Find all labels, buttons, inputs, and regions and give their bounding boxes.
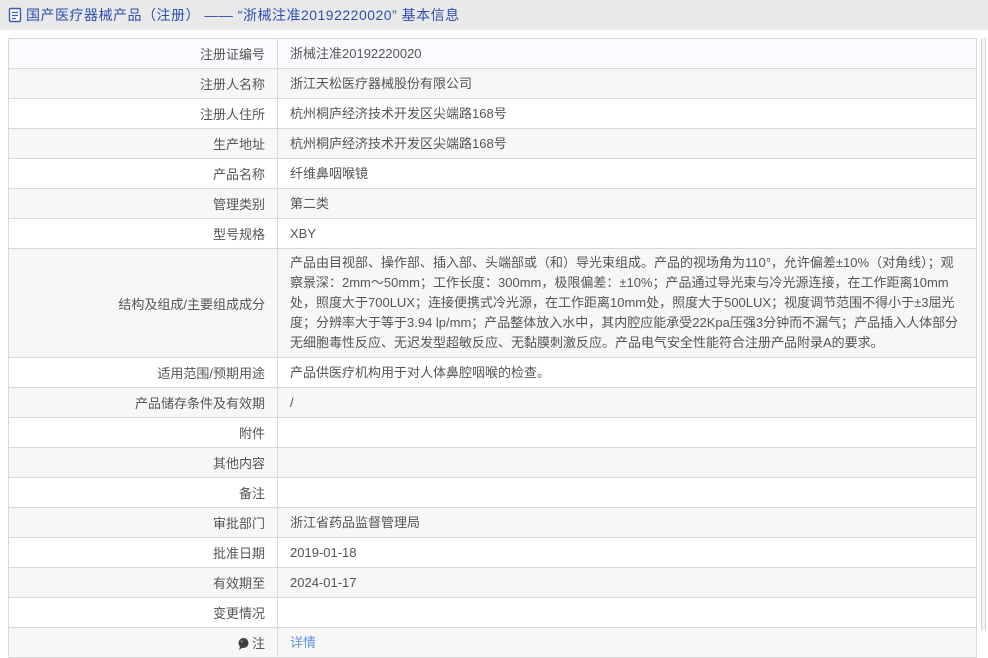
row-value: 杭州桐庐经济技术开发区尖端路168号: [278, 129, 976, 158]
row-value: 2024-01-17: [278, 568, 976, 597]
table-row: 注册人住所 杭州桐庐经济技术开发区尖端路168号: [9, 99, 976, 129]
row-value: [278, 418, 976, 447]
row-label: 批准日期: [9, 538, 278, 567]
table-row: 其他内容: [9, 448, 976, 478]
row-label-text: 注册人住所: [200, 104, 265, 123]
row-label-text: 附件: [239, 423, 265, 442]
row-value-text: XBY: [290, 224, 316, 244]
document-icon: [8, 7, 22, 23]
row-label-text: 生产地址: [213, 134, 265, 153]
row-value: 2019-01-18: [278, 538, 976, 567]
row-label-text: 其他内容: [213, 453, 265, 472]
table-row: 型号规格 XBY: [9, 219, 976, 249]
scrollbar-track[interactable]: [981, 38, 986, 630]
table-row: 附件: [9, 418, 976, 448]
page-title: 国产医疗器械产品（注册） —— “浙械注准20192220020” 基本信息: [26, 5, 460, 25]
row-value: 浙江天松医疗器械股份有限公司: [278, 69, 976, 98]
table-row: 注 详情: [9, 628, 976, 658]
row-value-text: /: [290, 393, 294, 413]
row-label-text: 注册证编号: [200, 44, 265, 63]
details-link[interactable]: 详情: [290, 633, 316, 653]
row-label-text: 注册人名称: [200, 74, 265, 93]
row-label: 变更情况: [9, 598, 278, 627]
row-label: 备注: [9, 478, 278, 507]
row-label: 有效期至: [9, 568, 278, 597]
row-value: [278, 598, 976, 627]
row-value: 产品供医疗机构用于对人体鼻腔咽喉的检查。: [278, 358, 976, 387]
row-value: 杭州桐庐经济技术开发区尖端路168号: [278, 99, 976, 128]
table-row: 审批部门 浙江省药品监督管理局: [9, 508, 976, 538]
row-label-text: 型号规格: [213, 224, 265, 243]
row-label-text: 备注: [239, 483, 265, 502]
row-label: 结构及组成/主要组成成分: [9, 249, 278, 357]
row-value: XBY: [278, 219, 976, 248]
row-value: 浙江省药品监督管理局: [278, 508, 976, 537]
row-value-text: 产品由目视部、操作部、插入部、头端部或（和）导光束组成。产品的视场角为110°，…: [290, 253, 964, 353]
table-row: 变更情况: [9, 598, 976, 628]
row-label: 适用范围/预期用途: [9, 358, 278, 387]
row-value-text: 产品供医疗机构用于对人体鼻腔咽喉的检查。: [290, 363, 550, 383]
row-label-text: 适用范围/预期用途: [157, 363, 265, 382]
table-row: 注册人名称 浙江天松医疗器械股份有限公司: [9, 69, 976, 99]
row-value-text: 杭州桐庐经济技术开发区尖端路168号: [290, 134, 507, 154]
row-label: 注册证编号: [9, 39, 278, 68]
row-value: 纤维鼻咽喉镜: [278, 159, 976, 188]
table-row: 生产地址 杭州桐庐经济技术开发区尖端路168号: [9, 129, 976, 159]
row-value-text: 浙江天松医疗器械股份有限公司: [290, 74, 472, 94]
table-row: 有效期至 2024-01-17: [9, 568, 976, 598]
row-label-text: 变更情况: [213, 603, 265, 622]
row-value-text: 2024-01-17: [290, 573, 357, 593]
table-row: 注册证编号 浙械注准20192220020: [9, 39, 976, 69]
row-value: 浙械注准20192220020: [278, 39, 976, 68]
row-label-text: 产品名称: [213, 164, 265, 183]
row-label: 附件: [9, 418, 278, 447]
row-value: /: [278, 388, 976, 417]
row-label-text: 批准日期: [213, 543, 265, 562]
row-value: 产品由目视部、操作部、插入部、头端部或（和）导光束组成。产品的视场角为110°，…: [278, 249, 976, 357]
row-label-text: 注: [252, 633, 265, 652]
row-label: 型号规格: [9, 219, 278, 248]
table-row: 结构及组成/主要组成成分 产品由目视部、操作部、插入部、头端部或（和）导光束组成。…: [9, 249, 976, 358]
row-value-text: 2019-01-18: [290, 543, 357, 563]
table-row: 产品名称 纤维鼻咽喉镜: [9, 159, 976, 189]
row-label: 审批部门: [9, 508, 278, 537]
table-row: 批准日期 2019-01-18: [9, 538, 976, 568]
row-label-text: 产品储存条件及有效期: [135, 393, 265, 412]
info-table: 注册证编号浙械注准20192220020注册人名称浙江天松医疗器械股份有限公司注…: [8, 38, 977, 658]
row-value: 详情: [278, 628, 976, 657]
table-row: 适用范围/预期用途 产品供医疗机构用于对人体鼻腔咽喉的检查。: [9, 358, 976, 388]
row-label: 产品名称: [9, 159, 278, 188]
row-label-text: 审批部门: [213, 513, 265, 532]
row-label: 注: [9, 628, 278, 657]
row-value: [278, 448, 976, 477]
row-label-text: 管理类别: [213, 194, 265, 213]
row-value: [278, 478, 976, 507]
row-label: 注册人名称: [9, 69, 278, 98]
row-value-text: 纤维鼻咽喉镜: [290, 164, 368, 184]
row-label: 管理类别: [9, 189, 278, 218]
row-value-text: 浙械注准20192220020: [290, 44, 422, 64]
row-label: 产品储存条件及有效期: [9, 388, 278, 417]
table-row: 备注: [9, 478, 976, 508]
row-label: 注册人住所: [9, 99, 278, 128]
row-value-text: 杭州桐庐经济技术开发区尖端路168号: [290, 104, 507, 124]
table-row: 产品储存条件及有效期 /: [9, 388, 976, 418]
row-value-text: 第二类: [290, 194, 329, 214]
page-header: 国产医疗器械产品（注册） —— “浙械注准20192220020” 基本信息: [0, 0, 988, 30]
row-label-text: 结构及组成/主要组成成分: [118, 294, 265, 313]
table-row: 管理类别 第二类: [9, 189, 976, 219]
row-label: 生产地址: [9, 129, 278, 158]
row-value-text: 浙江省药品监督管理局: [290, 513, 420, 533]
row-value: 第二类: [278, 189, 976, 218]
row-label-text: 有效期至: [213, 573, 265, 592]
row-label: 其他内容: [9, 448, 278, 477]
